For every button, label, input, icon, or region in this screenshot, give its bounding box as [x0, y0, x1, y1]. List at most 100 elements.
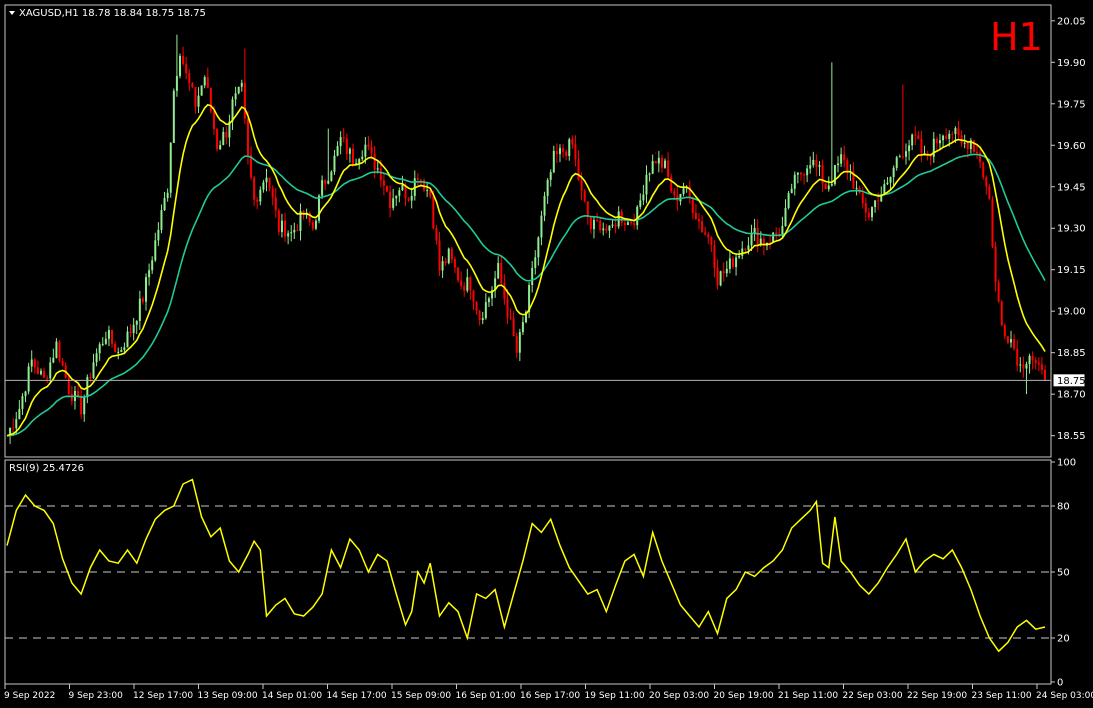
candle-body: [713, 244, 716, 268]
candle-body: [367, 144, 370, 147]
candle-body: [654, 161, 657, 164]
candle-body: [701, 221, 704, 233]
candle-body: [540, 215, 543, 238]
candle-body: [141, 298, 144, 302]
candle-body: [379, 168, 382, 181]
candle-body: [1013, 339, 1016, 349]
candle-body: [398, 190, 401, 196]
candle-body: [259, 189, 262, 202]
candle-body: [43, 370, 46, 378]
candle-body: [645, 174, 648, 195]
candle-body: [775, 232, 778, 234]
candle-body: [793, 174, 796, 189]
candle-body: [948, 133, 951, 139]
candle-body: [450, 248, 453, 260]
price-tick-label: 19.45: [1057, 182, 1086, 193]
time-tick-label: 9 Sep 2022: [4, 691, 55, 701]
candle-body: [599, 220, 602, 231]
candle-body: [682, 188, 685, 194]
rsi-tick-label: 80: [1057, 502, 1070, 513]
candle-body: [395, 195, 398, 199]
candle-body: [840, 154, 843, 164]
candle-body: [901, 156, 904, 158]
candle-body: [741, 248, 744, 256]
candle-body: [722, 271, 725, 274]
candle-body: [725, 268, 728, 274]
candle-body: [898, 156, 901, 158]
candle-body: [756, 227, 759, 245]
candle-body: [694, 212, 697, 220]
candle-body: [101, 343, 104, 345]
candle-body: [117, 351, 120, 353]
candle-body: [738, 255, 741, 258]
candle-body: [352, 148, 354, 165]
candle-body: [889, 177, 892, 183]
candle-body: [552, 150, 555, 173]
candle-body: [1000, 301, 1003, 326]
candle-body: [657, 157, 660, 164]
candle-body: [673, 191, 676, 196]
candle-body: [151, 260, 154, 271]
candle-body: [80, 395, 83, 415]
candle-body: [30, 359, 33, 367]
candle-body: [342, 137, 345, 139]
candle-body: [497, 262, 500, 279]
candle-body: [265, 177, 268, 183]
candle-body: [457, 267, 460, 281]
time-tick-label: 22 Sep 03:00: [843, 691, 903, 701]
candle-body: [475, 301, 478, 311]
candle-body: [988, 186, 991, 200]
candle-body: [719, 271, 722, 286]
current-price-tag: 18.75: [1052, 373, 1086, 388]
candle-body: [596, 220, 599, 222]
candle-body: [704, 232, 707, 235]
candle-body: [234, 93, 237, 100]
candle-body: [447, 248, 450, 264]
symbol-header-text: XAGUSD,H1 18.78 18.84 18.75 18.75: [19, 8, 206, 19]
candle-body: [784, 207, 787, 227]
candle-body: [904, 151, 907, 157]
symbol-header[interactable]: XAGUSD,H1 18.78 18.84 18.75 18.75: [9, 8, 206, 19]
candle-body: [1034, 360, 1037, 363]
candle-body: [1028, 355, 1031, 365]
candle-body: [837, 163, 840, 166]
candle-body: [364, 144, 367, 157]
candle-body: [611, 224, 614, 226]
candle-body: [243, 82, 246, 119]
candle-body: [209, 87, 212, 112]
candle-body: [549, 172, 552, 180]
candle-body: [61, 361, 64, 366]
time-tick-label: 19 Sep 11:00: [585, 691, 645, 701]
candle-body: [1044, 369, 1046, 381]
candle-body: [89, 376, 92, 378]
candle-body: [537, 237, 540, 258]
time-tick-label: 16 Sep 01:00: [456, 691, 516, 701]
time-tick-label: 20 Sep 03:00: [649, 691, 709, 701]
candle-body: [623, 222, 626, 225]
candle-body: [534, 257, 537, 268]
candle-body: [274, 197, 277, 211]
candle-body: [27, 366, 30, 392]
candle-body: [256, 199, 259, 202]
candle-body: [728, 258, 731, 269]
candle-body: [512, 318, 515, 337]
candle-body: [92, 362, 95, 378]
time-tick-label: 23 Sep 11:00: [972, 691, 1032, 701]
candle-body: [46, 377, 49, 379]
candle-body: [716, 267, 719, 286]
candle-body: [163, 198, 166, 211]
trading-chart[interactable]: 20.05 19.90 19.75 19.60 19.45 19.30 19.15 19.00…: [0, 0, 1093, 708]
candle-body: [911, 134, 914, 146]
candle-body: [240, 82, 243, 87]
candle-body: [1040, 364, 1043, 370]
candle-body: [914, 134, 917, 136]
candle-body: [98, 344, 101, 354]
candle-body: [36, 367, 39, 375]
candle-body: [731, 258, 734, 268]
candle-body: [1019, 364, 1022, 366]
candle-body: [200, 85, 203, 96]
price-tick-label: 19.30: [1057, 224, 1086, 235]
candle-body: [336, 146, 339, 156]
candle-body: [954, 128, 957, 134]
time-tick-label: 16 Sep 17:00: [520, 691, 580, 701]
